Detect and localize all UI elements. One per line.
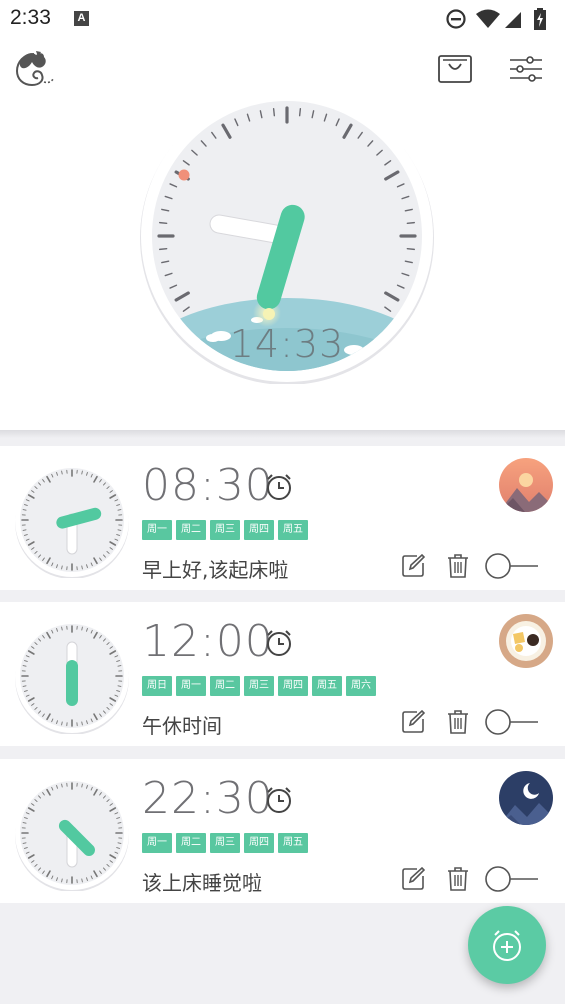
day-badge: 周日: [142, 676, 172, 696]
status-time: 2:33: [10, 6, 51, 29]
day-badge: 周三: [210, 520, 240, 540]
alarm-label: 早上好,该起床啦: [142, 558, 289, 582]
alarm-toggle[interactable]: [484, 708, 540, 736]
alarm-card[interactable]: 08:30 周一 周二 周三 周四 周五早上好,该起床啦: [0, 446, 565, 590]
main-clock: 14:33: [139, 88, 435, 385]
add-alarm-icon: [493, 930, 521, 961]
alarm-mini-clock: [15, 776, 129, 891]
sliders-icon[interactable]: [508, 54, 544, 84]
alarm-clock-icon: [267, 630, 291, 656]
alarm-clock-icon: [267, 787, 291, 813]
edit-icon[interactable]: [401, 867, 425, 891]
day-badge: 周五: [312, 676, 342, 696]
alarm-time: 08:30: [142, 460, 274, 511]
alarm-time: 12:00: [142, 616, 274, 667]
day-badge: 周二: [176, 520, 206, 540]
alarm-dot: [178, 169, 190, 181]
alarm-avatar[interactable]: [499, 614, 553, 668]
shopping-bag-icon[interactable]: [438, 55, 472, 83]
alarm-label: 该上床睡觉啦: [142, 871, 262, 895]
battery-charging-icon: [534, 8, 546, 30]
header-divider: [0, 430, 565, 438]
day-badge: 周三: [210, 833, 240, 853]
status-icons: [445, 8, 553, 30]
alarm-avatar[interactable]: [499, 458, 553, 512]
status-bar: 2:33 A: [0, 0, 565, 38]
day-badge: 周一: [176, 676, 206, 696]
alarm-toggle[interactable]: [484, 552, 540, 580]
day-badge: 周五: [278, 520, 308, 540]
day-badge: 周四: [244, 520, 274, 540]
alarm-avatar[interactable]: [499, 771, 553, 825]
main-clock-time: 14:33: [229, 322, 345, 366]
edit-icon[interactable]: [401, 710, 425, 734]
cell-signal-icon: [505, 12, 521, 28]
cat-logo-icon[interactable]: [14, 48, 56, 90]
do-not-disturb-icon: [446, 9, 466, 29]
day-badge: 周二: [210, 676, 240, 696]
alarm-card[interactable]: 12:00 周日 周一 周二 周三 周四 周五 周六午休时间: [0, 602, 565, 746]
notification-a-icon: A: [74, 11, 89, 26]
alarm-time: 22:30: [142, 773, 274, 824]
day-badge: 周三: [244, 676, 274, 696]
delete-icon[interactable]: [447, 553, 469, 579]
day-badge: 周四: [244, 833, 274, 853]
day-badge: 周四: [278, 676, 308, 696]
alarm-card[interactable]: 22:30 周一 周二 周三 周四 周五 该上床睡觉啦: [0, 759, 565, 903]
add-alarm-button[interactable]: [468, 906, 546, 984]
wifi-icon: [476, 9, 500, 28]
alarm-clock-icon: [267, 474, 291, 500]
alarm-mini-clock: [15, 463, 129, 578]
day-badge: 周一: [142, 520, 172, 540]
delete-icon[interactable]: [447, 709, 469, 735]
edit-icon[interactable]: [401, 554, 425, 578]
alarm-mini-clock: [15, 619, 129, 734]
day-badge: 周六: [346, 676, 376, 696]
alarm-toggle[interactable]: [484, 865, 540, 893]
day-badge: 周五: [278, 833, 308, 853]
day-badge: 周二: [176, 833, 206, 853]
day-badge: 周一: [142, 833, 172, 853]
alarm-label: 午休时间: [142, 714, 222, 738]
delete-icon[interactable]: [447, 866, 469, 892]
